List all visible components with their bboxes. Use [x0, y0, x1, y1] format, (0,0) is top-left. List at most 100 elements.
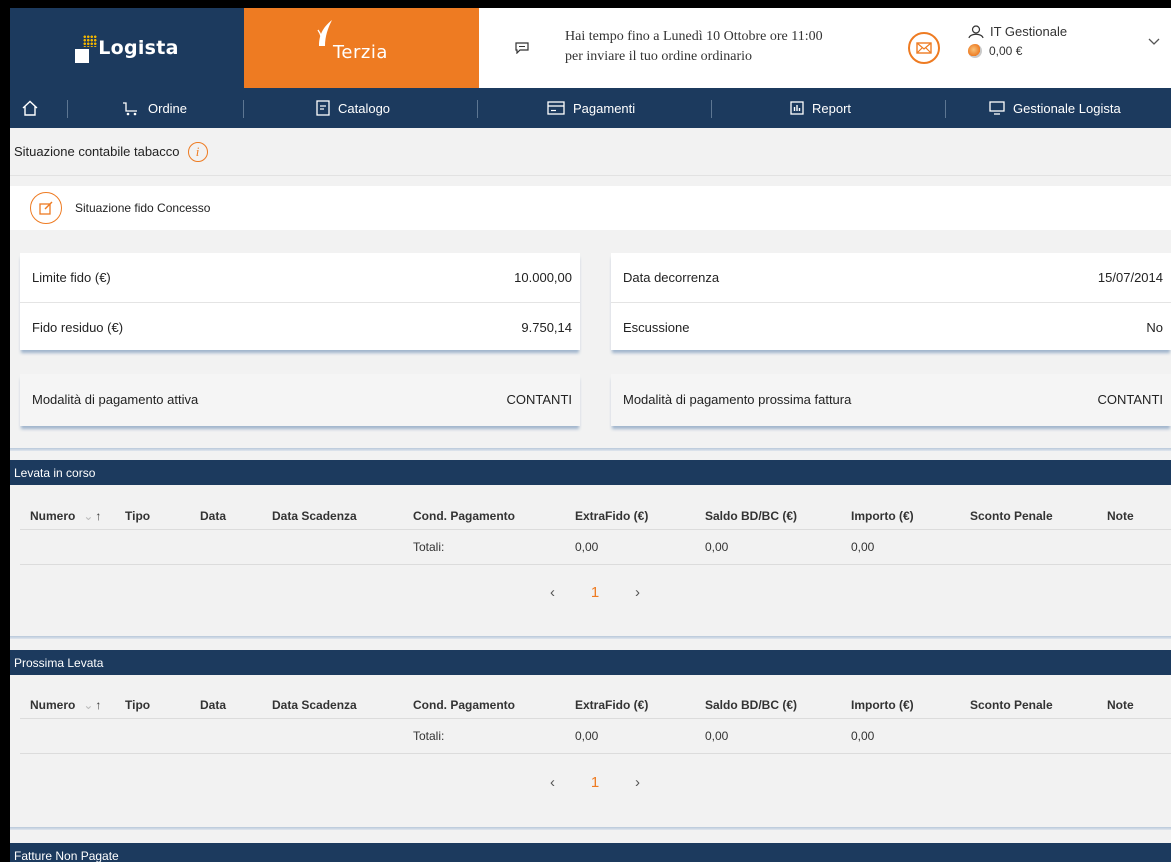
- wallet-icon: [968, 44, 982, 58]
- prossima-levata-table: Numero ⌄ ↑ Tipo Data Data Scadenza Cond. P…: [20, 691, 1171, 781]
- data-decorrenza-label: Data decorrenza: [623, 270, 720, 285]
- page-title-bar: Situazione contabile tabacco i: [10, 128, 1171, 176]
- totale-extrafido: 0,00: [575, 729, 599, 743]
- payment-mode-next-value: CONTANTI: [1097, 391, 1163, 407]
- totale-saldo: 0,00: [705, 729, 729, 743]
- table-header: Numero ⌄ ↑ Tipo Data Data Scadenza Cond. P…: [20, 691, 1171, 719]
- totale-extrafido: 0,00: [575, 540, 599, 554]
- escussione-value: No: [1146, 319, 1163, 335]
- prev-page-button[interactable]: ‹: [550, 774, 555, 791]
- nav-pagamenti-label: Pagamenti: [573, 100, 636, 116]
- user-menu[interactable]: IT Gestionale 0,00 €: [968, 24, 1168, 74]
- payment-mode-active-value: CONTANTI: [506, 391, 572, 407]
- section-divider: [10, 448, 1171, 451]
- sort-asc-icon[interactable]: ↑: [95, 509, 101, 523]
- fido-residuo-value: 9.750,14: [521, 319, 572, 335]
- col-extrafido[interactable]: ExtraFido (€): [575, 691, 648, 718]
- current-page[interactable]: 1: [591, 774, 599, 791]
- col-sconto-penale[interactable]: Sconto Penale: [970, 691, 1053, 718]
- edit-button[interactable]: [30, 192, 62, 224]
- col-sconto-penale[interactable]: Sconto Penale: [970, 502, 1053, 529]
- escussione-row: Escussione No: [611, 302, 1171, 352]
- sort-asc-icon[interactable]: ↑: [95, 698, 101, 712]
- logista-brand-text: Logista: [98, 37, 179, 59]
- totali-label: Totali:: [413, 729, 445, 743]
- prossima-levata-pager: ‹ 1 ›: [550, 770, 640, 794]
- current-page[interactable]: 1: [591, 584, 599, 601]
- terzia-brand-text: Terzia: [333, 42, 388, 63]
- sort-icon[interactable]: ⌄: [83, 698, 93, 712]
- fido-card-left: Limite fido (€) 10.000,00 Fido residuo (…: [20, 253, 580, 350]
- col-saldo[interactable]: Saldo BD/BC (€): [705, 502, 797, 529]
- col-numero[interactable]: Numero ⌄ ↑: [30, 691, 101, 718]
- fatture-non-pagate-header: Fatture Non Pagate: [10, 843, 1171, 862]
- notice-line-2: per inviare il tuo ordine ordinario: [565, 49, 752, 64]
- nav-report[interactable]: Report: [790, 88, 851, 128]
- col-extrafido[interactable]: ExtraFido (€): [575, 502, 648, 529]
- col-data[interactable]: Data: [200, 502, 226, 529]
- nav-pagamenti[interactable]: Pagamenti: [547, 88, 635, 128]
- col-tipo[interactable]: Tipo: [125, 502, 150, 529]
- page-title: Situazione contabile tabacco: [14, 144, 180, 159]
- payment-mode-next-label: Modalità di pagamento prossima fattura: [623, 391, 852, 407]
- terzia-logo[interactable]: Terzia: [244, 8, 479, 88]
- info-icon[interactable]: i: [187, 141, 208, 162]
- fido-residuo-row: Fido residuo (€) 9.750,14: [20, 302, 580, 352]
- fatture-non-pagate-title: Fatture Non Pagate: [14, 848, 119, 862]
- col-data-scadenza[interactable]: Data Scadenza: [272, 502, 357, 529]
- catalog-icon: [316, 100, 330, 116]
- section-divider: [10, 827, 1171, 830]
- col-importo[interactable]: Importo (€): [851, 502, 914, 529]
- levata-in-corso-table: Numero ⌄ ↑ Tipo Data Data Scadenza Cond. P…: [20, 502, 1171, 592]
- totale-importo: 0,00: [851, 540, 875, 554]
- payment-mode-active-row: Modalità di pagamento attiva CONTANTI: [20, 374, 580, 424]
- message-icon: [515, 42, 529, 54]
- escussione-label: Escussione: [623, 319, 690, 335]
- data-decorrenza-value: 15/07/2014: [1097, 270, 1163, 285]
- payment-mode-next-card: Modalità di pagamento prossima fattura C…: [611, 374, 1171, 426]
- user-balance: 0,00 €: [989, 44, 1023, 58]
- limite-fido-label: Limite fido (€): [32, 270, 111, 285]
- data-decorrenza-row: Data decorrenza 15/07/2014: [611, 253, 1171, 303]
- table-totals-row: Totali: 0,00 0,00 0,00: [20, 530, 1171, 565]
- levata-in-corso-title: Levata in corso: [14, 465, 96, 480]
- next-page-button[interactable]: ›: [635, 584, 640, 601]
- nav-gestionale-logista[interactable]: Gestionale Logista: [989, 88, 1121, 128]
- col-cond-pagamento[interactable]: Cond. Pagamento: [413, 691, 515, 718]
- logista-mark-icon: [75, 35, 98, 63]
- col-saldo[interactable]: Saldo BD/BC (€): [705, 691, 797, 718]
- subsection-row: Situazione fido Concesso: [10, 186, 1171, 230]
- chevron-down-icon[interactable]: [1148, 38, 1160, 46]
- nav-catalogo[interactable]: Catalogo: [316, 88, 390, 128]
- sort-icon[interactable]: ⌄: [83, 509, 93, 523]
- nav-gestionale-label: Gestionale Logista: [1013, 100, 1121, 116]
- col-cond-pagamento[interactable]: Cond. Pagamento: [413, 502, 515, 529]
- table-header: Numero ⌄ ↑ Tipo Data Data Scadenza Cond. P…: [20, 502, 1171, 530]
- col-tipo[interactable]: Tipo: [125, 691, 150, 718]
- monitor-icon: [989, 101, 1005, 115]
- fido-card-right: Data decorrenza 15/07/2014 Escussione No: [611, 253, 1171, 350]
- prev-page-button[interactable]: ‹: [550, 584, 555, 601]
- nav-ordine[interactable]: Ordine: [122, 88, 187, 128]
- report-icon: [790, 101, 804, 115]
- nav-home[interactable]: [21, 88, 39, 128]
- nav-report-label: Report: [812, 100, 852, 116]
- col-note[interactable]: Note: [1107, 502, 1134, 529]
- col-importo[interactable]: Importo (€): [851, 691, 914, 718]
- col-data-scadenza[interactable]: Data Scadenza: [272, 691, 357, 718]
- main-nav: Ordine Catalogo Pagamenti Report Gestion…: [10, 88, 1171, 128]
- next-page-button[interactable]: ›: [635, 774, 640, 791]
- mail-button[interactable]: [908, 32, 940, 64]
- col-data[interactable]: Data: [200, 691, 226, 718]
- fido-residuo-label: Fido residuo (€): [32, 319, 124, 335]
- app-frame: Logista Terzia Hai tempo fino a Lunedì 1…: [10, 8, 1171, 862]
- col-numero[interactable]: Numero ⌄ ↑: [30, 502, 101, 529]
- totale-importo: 0,00: [851, 729, 875, 743]
- col-note[interactable]: Note: [1107, 691, 1134, 718]
- payment-mode-next-row: Modalità di pagamento prossima fattura C…: [611, 374, 1171, 424]
- prossima-levata-title: Prossima Levata: [14, 655, 104, 670]
- levata-in-corso-header: Levata in corso: [10, 460, 1171, 485]
- logista-logo[interactable]: Logista: [10, 8, 244, 88]
- card-icon: [547, 101, 565, 115]
- home-icon: [22, 100, 38, 116]
